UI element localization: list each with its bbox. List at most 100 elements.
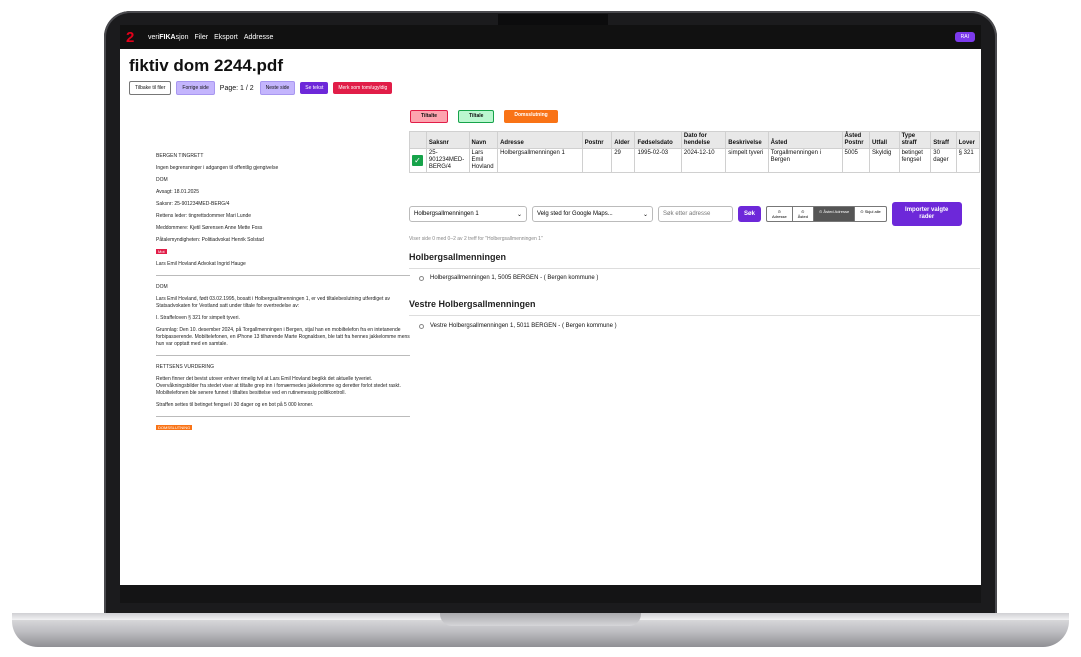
- doc-avsagt: Avsagt: 18.01.2025: [156, 189, 199, 195]
- col-asted-postnr[interactable]: Åsted Postnr: [841, 131, 871, 149]
- radio-icon[interactable]: [419, 323, 424, 329]
- laptop-chin: [120, 585, 981, 603]
- tab-tiltalte[interactable]: Tiltalte: [410, 110, 449, 123]
- toggle-asted-adresse-label: Åsted Adresse: [823, 209, 850, 214]
- eye-icon: ⊙: [818, 209, 823, 214]
- section-tabs: Tiltalte Tiltale Domsslutning: [410, 110, 568, 123]
- cell-utfall: Skyldig: [869, 148, 900, 173]
- address-search-input[interactable]: Søk etter adresse: [658, 206, 733, 222]
- chevron-down-icon: ⌄: [642, 211, 648, 218]
- cell-straff: 30 dager: [930, 148, 957, 173]
- cell-type-straff: betinget fengsel: [898, 148, 932, 173]
- group-divider: [409, 315, 980, 316]
- toggle-asted[interactable]: ⊙ Åsted: [793, 207, 814, 221]
- col-type-straff[interactable]: Type straff: [898, 131, 932, 149]
- laptop-groove: [440, 613, 641, 626]
- brand-prefix: veri: [148, 33, 160, 41]
- doc-para-5: Straffen settes til betinget fengsel i 3…: [156, 402, 314, 408]
- toggle-asted-label: Åsted: [797, 214, 808, 219]
- toolbar: Tilbake til filer Forrige side Page: 1 /…: [129, 81, 397, 95]
- doc-leder: Rettens leder: tingrettsdommer Mari Lund…: [156, 213, 252, 219]
- cell-postnr: [581, 148, 613, 173]
- brand-name[interactable]: veriFIKAsjon: [148, 34, 188, 41]
- col-beskrivelse[interactable]: Beskrivelse: [725, 131, 769, 149]
- cell-asted-postnr: 5005: [841, 148, 871, 173]
- col-navn[interactable]: Navn: [468, 131, 499, 149]
- doc-para-3: Grunnlag: Den 10. desember 2024, på Torg…: [156, 327, 410, 347]
- result-item-label: Holbergsallmenningen 1, 5005 BERGEN - ( …: [430, 275, 599, 281]
- table-header-row: Saksnr Navn Adresse Postnr Alder Fødsels…: [409, 131, 981, 149]
- navbar: 2 veriFIKAsjon Filer Eksport Addresse RA…: [120, 25, 981, 49]
- col-saksnr[interactable]: Saksnr: [425, 131, 470, 149]
- result-group-title: Holbergsallmenningen: [409, 252, 507, 262]
- page-title: fiktiv dom 2244.pdf: [129, 56, 283, 75]
- doc-meddommere: Meddommere: Kjetil Sørensen Anne Mette F…: [156, 225, 263, 231]
- place-select[interactable]: Velg sted for Google Maps... ⌄: [532, 206, 653, 222]
- toggle-adresse-label: Adresse: [772, 214, 787, 219]
- nav-link-filer[interactable]: Filer: [194, 34, 208, 41]
- next-page-button[interactable]: Neste side: [259, 81, 296, 95]
- nav-link-eksport[interactable]: Eksport: [214, 34, 238, 41]
- toggle-skjul-alle[interactable]: ⊙ Skjul alle: [855, 207, 886, 221]
- result-group-title: Vestre Holbergsallmenningen: [409, 299, 536, 309]
- row-checkbox-checked-icon[interactable]: ✓: [412, 155, 423, 166]
- toggle-skjul-alle-label: Skjul alle: [864, 209, 881, 214]
- prev-page-button[interactable]: Forrige side: [176, 81, 215, 95]
- result-item[interactable]: Holbergsallmenningen 1, 5005 BERGEN - ( …: [419, 275, 598, 281]
- address-controls: Holbergsallmenningen 1 ⌄ Velg sted for G…: [409, 202, 962, 226]
- toggle-asted-adresse[interactable]: ⊙ Åsted Adresse: [813, 207, 856, 221]
- doc-dom-heading-2: DOM: [156, 284, 168, 290]
- tab-domsslutning[interactable]: Domsslutning: [504, 110, 558, 123]
- show-text-button[interactable]: Se tekst: [300, 82, 329, 94]
- table-row[interactable]: ✓ 25-901234MED-BERG/4 Lars Emil Hovland …: [409, 148, 981, 173]
- domsslutning-highlight-tag: DOMSSLUTNING: [156, 425, 193, 430]
- col-asted[interactable]: Åsted: [767, 131, 843, 149]
- doc-para-2: I. Straffeloven § 321 for simpelt tyveri…: [156, 315, 240, 321]
- doc-court: BERGEN TINGRETT: [156, 153, 204, 159]
- cell-adresse: Holbergsallmenningen 1: [497, 148, 583, 173]
- col-hendelse[interactable]: Dato for hendelse: [680, 131, 727, 149]
- cell-navn: Lars Emil Hovland: [468, 148, 499, 173]
- place-select-value: Velg sted for Google Maps...: [537, 211, 613, 217]
- tab-tiltale[interactable]: Tiltale: [458, 110, 495, 123]
- search-button[interactable]: Søk: [738, 206, 762, 222]
- import-rows-button[interactable]: Importer valgte rader: [891, 202, 962, 226]
- col-postnr[interactable]: Postnr: [581, 131, 613, 149]
- col-utfall[interactable]: Utfall: [869, 131, 900, 149]
- brand-suffix: sjon: [175, 33, 189, 41]
- eye-off-icon: ⊙: [860, 209, 864, 214]
- col-straff[interactable]: Straff: [930, 131, 957, 149]
- cell-beskrivelse: simpelt tyveri: [725, 148, 769, 173]
- cell-saksnr: 25-901234MED-BERG/4: [425, 148, 470, 173]
- back-button[interactable]: Tilbake til filer: [129, 81, 172, 95]
- mark-invalid-button[interactable]: Merk som tom/ugyldig: [333, 82, 393, 94]
- doc-para-4: Retten finner det bevist utover enhver r…: [156, 376, 401, 396]
- cell-hendelse: 2024-12-10: [680, 148, 727, 173]
- chevron-down-icon: ⌄: [516, 211, 522, 218]
- doc-para-1: Lars Emil Hovland, født 03.02.1995, bosa…: [156, 296, 391, 309]
- col-lover[interactable]: Lover: [955, 131, 981, 149]
- address-select[interactable]: Holbergsallmenningen 1 ⌄: [409, 206, 527, 222]
- col-alder[interactable]: Alder: [611, 131, 636, 149]
- col-fodselsdato[interactable]: Fødselsdato: [634, 131, 682, 149]
- cell-alder: 29: [611, 148, 636, 173]
- user-badge[interactable]: RAI: [954, 32, 975, 42]
- doc-restriction: Ingen begrensninger i adgangen til offen…: [156, 165, 279, 171]
- stage: 2 veriFIKAsjon Filer Eksport Addresse RA…: [0, 0, 1081, 657]
- doc-saksnr: Saksnr: 25-901234MED-BERG/4: [156, 201, 230, 207]
- tiltalte-highlight-tag: Mot: [156, 249, 167, 254]
- nav-link-addresse[interactable]: Addresse: [244, 34, 274, 41]
- case-table: Saksnr Navn Adresse Postnr Alder Fødsels…: [409, 131, 981, 173]
- doc-divider: [156, 355, 410, 356]
- result-item[interactable]: Vestre Holbergsallmenningen 1, 5011 BERG…: [419, 323, 617, 329]
- radio-icon[interactable]: [419, 275, 424, 281]
- toggle-adresse[interactable]: ⊙ Adresse: [767, 207, 793, 221]
- col-adresse[interactable]: Adresse: [497, 131, 583, 149]
- page-indicator: Page: 1 / 2: [219, 84, 254, 92]
- cell-fodselsdato: 1995-02-03: [634, 148, 682, 173]
- search-info: Viser side 0 med 0–2 av 2 treff for "Hol…: [409, 236, 543, 242]
- doc-dom-heading: DOM: [156, 177, 168, 183]
- logo[interactable]: 2: [126, 29, 142, 46]
- doc-patale: Påtalemyndigheten: Politiadvokat Henrik …: [156, 237, 264, 243]
- doc-vurdering-heading: RETTSENS VURDERING: [156, 364, 215, 370]
